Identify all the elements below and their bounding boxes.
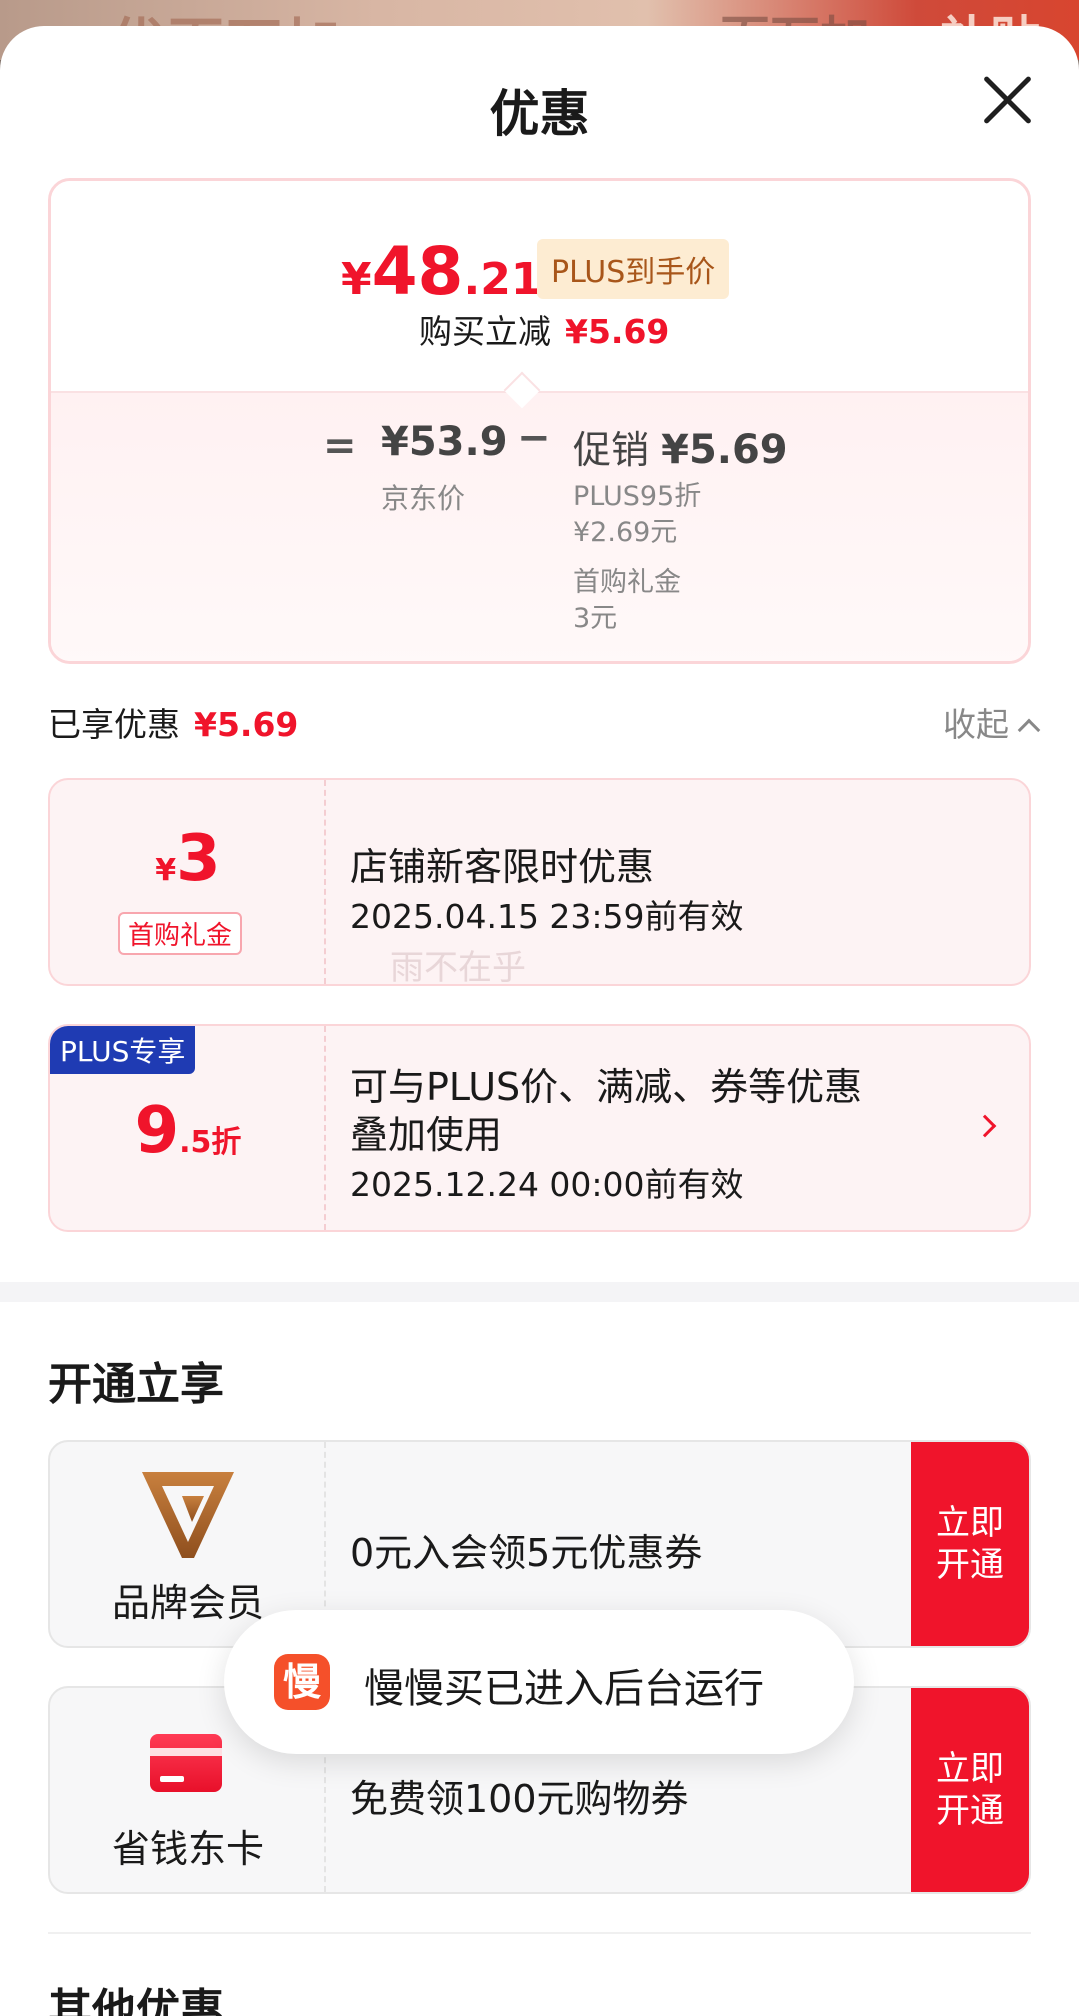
coupon-title-line1: 可与PLUS价、满减、券等优惠: [350, 1065, 863, 1109]
promo-total: 促销 ¥5.69: [573, 419, 788, 474]
sheet-title: 优惠: [489, 85, 590, 143]
promo-value: ¥5.69: [661, 427, 788, 473]
equals-sign: =: [323, 423, 357, 469]
coupon-first-purchase[interactable]: ¥3 首购礼金 店铺新客限时优惠 2025.04.15 23:59前有效 雨不在…: [48, 778, 1031, 986]
price-yen: ¥: [341, 254, 372, 305]
chevron-up-icon: [1017, 718, 1041, 742]
coupon-yen: ¥: [155, 853, 177, 888]
coupon-right: 可与PLUS价、满减、券等优惠 叠加使用 2025.12.24 00:00前有效: [350, 1026, 1029, 1230]
coupon-plus-discount[interactable]: PLUS专享 9.5折 可与PLUS价、满减、券等优惠 叠加使用 2025.12…: [48, 1024, 1031, 1232]
card-icon: [150, 1734, 222, 1792]
member-name: 省钱东卡: [111, 1827, 264, 1871]
open-section-heading: 开通立享: [48, 1359, 224, 1410]
price-dec: .21: [463, 254, 542, 305]
saved-label: 已享优惠: [48, 705, 180, 744]
btn-line1: 立即: [936, 1503, 1004, 1543]
promo-detail-4: 3元: [573, 603, 618, 634]
coupon-left: ¥3 首购礼金: [50, 780, 326, 984]
minus-sign: −: [517, 415, 551, 461]
jd-price: ¥53.9: [381, 419, 508, 465]
coupon-title-line2: 叠加使用: [350, 1113, 503, 1157]
collapse-button[interactable]: 收起: [943, 698, 1041, 746]
other-section-heading: 其他优惠: [48, 1985, 224, 2016]
coupon-value: 9: [134, 1094, 180, 1168]
price-top: ¥48.21 PLUS到手价 购买立减 ¥5.69: [51, 181, 1028, 393]
price-card: ¥48.21 PLUS到手价 购买立减 ¥5.69 = ¥53.9 京东价 − 促…: [48, 178, 1031, 664]
promo-detail-2: ¥2.69元: [573, 517, 678, 548]
member-desc: 免费领100元购物券: [350, 1777, 689, 1821]
coupon-suffix: .5折: [179, 1125, 242, 1160]
close-icon[interactable]: [979, 72, 1035, 128]
coupon-amount: 9.5折: [50, 1094, 326, 1168]
open-now-button[interactable]: 立即 开通: [911, 1688, 1029, 1892]
watermark: 雨不在乎: [390, 948, 526, 986]
saved-value: ¥5.69: [194, 705, 299, 744]
btn-line1: 立即: [936, 1749, 1004, 1789]
btn-line2: 开通: [936, 1791, 1004, 1831]
v-brand-icon: [142, 1472, 234, 1558]
open-now-button[interactable]: 立即 开通: [911, 1442, 1029, 1646]
promo-label: 促销: [573, 428, 650, 472]
promo-detail-1: PLUS95折: [573, 481, 702, 512]
coupon-title: 店铺新客限时优惠: [350, 845, 655, 889]
jd-price-label: 京东价: [381, 482, 466, 515]
divider: [48, 1932, 1031, 1934]
coupon-tag: 首购礼金: [118, 912, 243, 955]
coupon-left: PLUS专享 9.5折: [50, 1026, 326, 1230]
saved-summary: 已享优惠 ¥5.69: [48, 698, 298, 746]
toast-text: 慢慢买已进入后台运行: [364, 1666, 764, 1712]
coupon-date: 2025.04.15 23:59前有效: [350, 897, 744, 936]
promo-detail-3: 首购礼金: [573, 567, 681, 598]
final-price: ¥48.21: [341, 233, 541, 310]
background-run-toast: 慢 慢慢买已进入后台运行: [224, 1610, 854, 1754]
member-desc: 0元入会领5元优惠券: [350, 1531, 703, 1575]
section-separator: [0, 1282, 1079, 1302]
coupon-value: 3: [176, 822, 221, 896]
reduce-value: ¥5.69: [565, 312, 670, 351]
plus-exclusive-tag: PLUS专享: [50, 1026, 196, 1074]
price-breakdown: = ¥53.9 京东价 − 促销 ¥5.69 PLUS95折 ¥2.69元 首购…: [51, 391, 1028, 661]
collapse-label: 收起: [943, 705, 1009, 744]
coupon-amount: ¥3: [50, 822, 326, 896]
reduce-line: 购买立减 ¥5.69: [419, 305, 669, 353]
reduce-label: 购买立减: [419, 312, 551, 351]
app-icon: 慢: [274, 1654, 330, 1710]
coupon-right: 店铺新客限时优惠 2025.04.15 23:59前有效 雨不在乎: [350, 780, 1029, 984]
btn-line2: 开通: [936, 1545, 1004, 1585]
coupon-date: 2025.12.24 00:00前有效: [350, 1165, 744, 1204]
price-int: 48: [371, 233, 464, 310]
plus-price-badge: PLUS到手价: [537, 239, 730, 299]
